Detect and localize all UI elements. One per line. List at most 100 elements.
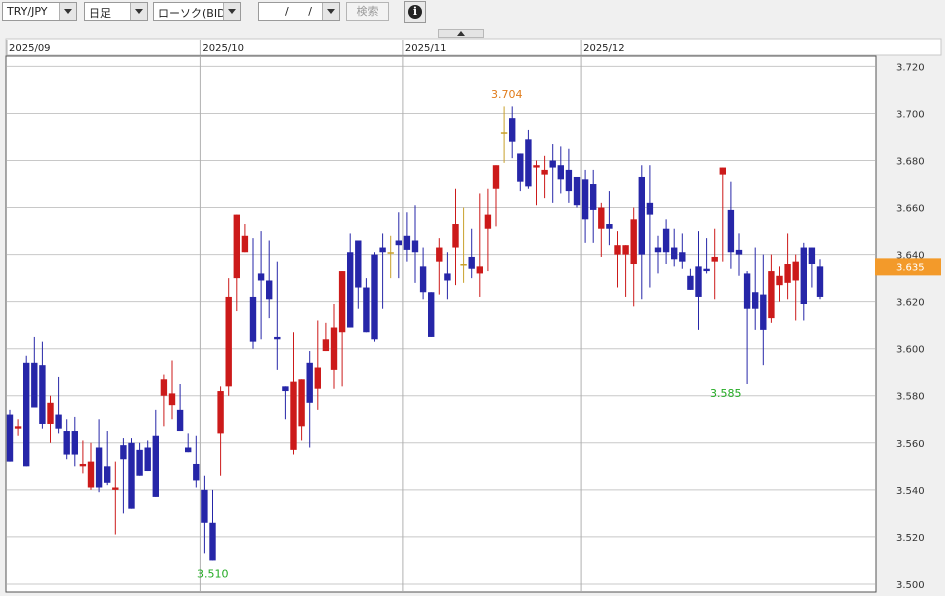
candle-body [160,379,168,396]
chevron-down-icon[interactable] [223,3,240,20]
candle-body [225,296,232,387]
plot-area [5,55,877,593]
y-tick-label: 3.560 [896,439,925,450]
candle-body [614,245,621,255]
candle-body [371,254,378,340]
candle-body [217,391,224,434]
candle-body [330,327,338,370]
candle-body [590,184,597,210]
y-tick-label: 3.580 [896,392,925,403]
candle-body [500,132,508,134]
candle-body [282,386,289,392]
candle-body [428,292,435,337]
candle-body [6,414,14,462]
candle-body [104,466,111,483]
candle-body [460,264,467,266]
candle-body [808,247,816,265]
candle-body [185,447,192,453]
candle-body [719,167,726,175]
chevron-down-icon[interactable] [59,3,76,20]
candle-body [274,336,281,340]
y-tick-label: 3.700 [896,109,925,120]
candle-body [176,409,184,432]
info-button[interactable]: i [404,1,426,23]
candle-body [152,435,159,497]
candle-body [752,292,759,309]
candle-body [711,256,718,262]
y-tick-label: 3.660 [896,204,925,215]
candle-body [128,442,135,509]
candle-body [241,235,249,253]
candle-body [492,165,500,189]
timeframe-select-value: 日足 [89,7,111,20]
chevron-down-icon[interactable] [322,3,339,20]
date-picker[interactable]: / / [258,2,340,21]
candle-body [298,379,305,427]
candle-body [290,381,297,450]
local-low-price-label: 3.585 [710,387,742,400]
candle-body [87,461,95,488]
candle-body [743,273,751,309]
x-tick-label: 2025/09 [9,43,51,54]
candle-body [703,268,710,272]
candle-body [484,214,492,229]
candle-body [31,362,38,408]
symbol-select[interactable]: TRY/JPY [2,2,77,21]
x-tick-label: 2025/12 [583,43,625,54]
candle-body [679,252,686,262]
candle-body [403,235,411,250]
candle-body [209,522,216,561]
candle-body [671,247,678,260]
candle-body [338,271,346,333]
candle-body [727,209,735,253]
candle-body [776,275,783,286]
candle-body [816,266,824,297]
candle-body [395,240,402,246]
candle-body [249,296,257,342]
collapse-toggle[interactable] [438,29,484,38]
candlestick-chart: 2025/09 2025/10 2025/11 2025/12 3.720 3.700 3… [0,38,945,596]
candle-body [257,273,265,281]
candle-body [347,252,354,328]
candle-body [598,207,605,229]
candle-body [112,487,119,490]
chevron-down-icon[interactable] [130,3,147,20]
date-picker-value: / / [285,5,320,18]
x-tick-label: 2025/11 [405,43,447,54]
candle-body [71,431,78,455]
candle-body [14,426,22,429]
candle-body [573,176,581,206]
search-button[interactable]: 検索 [346,2,389,21]
candle-body [168,393,176,406]
chart-type-select-value: ローソク(BID) [158,7,230,20]
candle-body [662,228,670,253]
y-tick-label: 3.540 [896,486,925,497]
candle-body [525,139,532,187]
candle-body [314,367,321,389]
x-tick-label: 2025/10 [202,43,244,54]
candle-body [144,447,151,472]
candle-body [695,266,702,297]
candle-body [23,362,30,467]
chart-type-select[interactable]: ローソク(BID) [153,2,241,21]
y-tick-label: 3.600 [896,345,925,356]
symbol-select-value: TRY/JPY [7,5,48,18]
candle-body [266,280,273,300]
candle-body [411,240,419,253]
high-price-label: 3.704 [491,88,523,101]
current-price-label: 3.635 [896,262,925,273]
candle-body [322,339,330,352]
timeframe-select[interactable]: 日足 [84,2,148,21]
candle-body [581,179,589,220]
candle-body [638,176,645,255]
candle-body [606,224,613,229]
candle-body [565,169,573,192]
candle-body [784,264,791,283]
candle-body [687,275,694,290]
candle-body [419,266,427,293]
candle-body [55,414,62,429]
candle-body [233,214,240,279]
candle-body [452,224,459,248]
candle-body [630,219,637,265]
candle-body [306,362,313,403]
